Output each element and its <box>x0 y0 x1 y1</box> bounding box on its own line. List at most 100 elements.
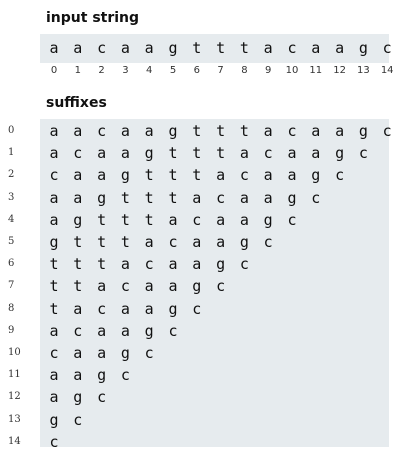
suffix-char: a <box>287 166 297 185</box>
suffix-index-label: 0 <box>8 125 15 136</box>
input-char: c <box>287 39 297 57</box>
suffix-index-label: 11 <box>8 369 21 381</box>
suffix-char: a <box>239 188 249 207</box>
suffix-char: c <box>192 210 202 229</box>
suffix-index-label: 3 <box>8 191 15 203</box>
suffix-char: g <box>49 233 59 251</box>
suffix-char: a <box>120 255 130 274</box>
suffix-char: g <box>168 299 178 318</box>
char-index-label: 4 <box>146 65 153 76</box>
suffix-char: c <box>49 344 59 362</box>
suffix-char: c <box>287 210 297 229</box>
suffix-char: t <box>73 255 83 274</box>
suffix-char: t <box>239 122 249 140</box>
char-index-label: 12 <box>333 65 346 76</box>
suffix-char: a <box>263 122 273 140</box>
input-char: g <box>358 39 368 57</box>
input-string-heading: input string <box>46 10 140 26</box>
suffix-char: c <box>335 166 345 185</box>
suffix-char: a <box>263 166 273 185</box>
input-char: c <box>97 39 107 57</box>
suffix-char: a <box>311 122 321 140</box>
suffix-char: t <box>192 122 202 140</box>
suffix-char: a <box>216 233 226 251</box>
suffix-char: t <box>73 277 83 296</box>
suffix-char: t <box>192 144 202 163</box>
suffix-char: a <box>120 122 130 140</box>
input-char: g <box>168 39 178 57</box>
suffix-char: g <box>358 122 368 140</box>
suffix-char: g <box>216 255 226 274</box>
suffix-index-label: 12 <box>8 391 21 403</box>
suffix-char: t <box>144 166 154 185</box>
suffix-char: c <box>144 344 154 362</box>
suffix-char: t <box>168 188 178 207</box>
suffix-char: g <box>120 344 130 362</box>
suffix-char: a <box>144 122 154 140</box>
suffix-char: t <box>216 144 226 163</box>
suffix-char: t <box>49 277 59 296</box>
suffix-char: g <box>97 366 107 385</box>
suffix-char: c <box>358 144 368 163</box>
input-char: a <box>144 39 154 57</box>
suffix-char: a <box>168 255 178 274</box>
suffix-char: a <box>49 144 59 163</box>
suffix-char: c <box>73 144 83 163</box>
suffix-char: t <box>120 210 130 229</box>
suffix-char: c <box>144 255 154 274</box>
suffix-char: a <box>192 233 202 251</box>
suffix-index-label: 7 <box>8 280 15 292</box>
suffix-char: t <box>73 233 83 251</box>
suffix-char: t <box>144 210 154 229</box>
suffix-char: a <box>144 233 154 251</box>
suffix-char: c <box>49 432 59 451</box>
input-char: a <box>49 39 59 57</box>
suffix-char: t <box>168 166 178 185</box>
suffix-char: c <box>120 277 130 296</box>
suffix-char: a <box>120 321 130 340</box>
char-index-label: 10 <box>285 65 299 76</box>
suffix-char: t <box>168 144 178 163</box>
suffix-char: c <box>216 188 226 207</box>
suffix-char: a <box>73 344 83 362</box>
suffix-char: t <box>144 188 154 207</box>
suffix-char: g <box>287 188 297 207</box>
suffix-char: a <box>49 321 59 340</box>
input-char: t <box>192 39 202 57</box>
suffixes-panel: aacaagtttacaagcacaagtttacaagccaagtttacaa… <box>40 119 392 451</box>
suffix-index-label: 9 <box>8 324 15 336</box>
suffix-char: c <box>97 299 107 318</box>
suffix-char: a <box>73 299 83 318</box>
input-char: a <box>311 39 321 57</box>
suffix-char: t <box>192 166 202 185</box>
char-index-label: 3 <box>122 65 129 76</box>
suffix-index-label: 14 <box>8 435 21 447</box>
suffix-char: g <box>73 210 83 229</box>
char-index-label: 7 <box>217 65 224 76</box>
suffix-char: a <box>192 188 202 207</box>
suffix-char: g <box>192 277 202 296</box>
suffix-char: g <box>263 210 273 229</box>
suffix-char: c <box>73 321 83 340</box>
suffix-char: g <box>120 166 130 185</box>
suffix-char: a <box>73 366 83 385</box>
suffix-char: c <box>192 299 202 318</box>
suffix-char: c <box>263 144 273 163</box>
suffix-char: g <box>97 188 107 207</box>
char-index-label: 8 <box>241 65 248 76</box>
suffix-char: t <box>97 233 107 251</box>
suffix-index-label: 1 <box>8 147 15 159</box>
suffix-char: a <box>168 210 178 229</box>
suffix-char: a <box>239 144 249 163</box>
suffix-char: t <box>97 255 107 274</box>
suffix-char: c <box>97 122 107 140</box>
input-char: c <box>382 39 392 57</box>
suffix-char: c <box>49 166 59 185</box>
input-char: t <box>216 39 226 57</box>
char-index-label: 14 <box>380 65 394 76</box>
suffix-char: c <box>168 233 178 251</box>
suffix-index-label: 4 <box>8 213 15 225</box>
suffix-index-label: 5 <box>8 236 15 247</box>
suffix-char: g <box>49 410 59 429</box>
char-index-label: 0 <box>50 65 58 76</box>
